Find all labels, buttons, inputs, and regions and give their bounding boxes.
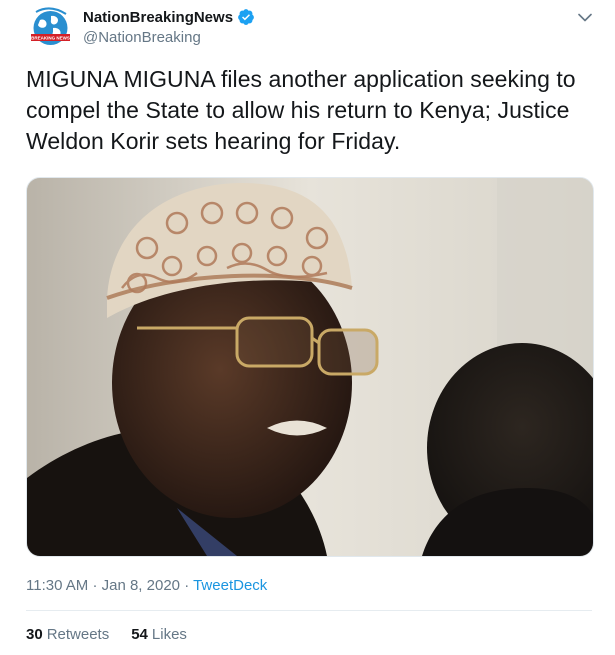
avatar[interactable]: BREAKING NEWS xyxy=(26,6,75,55)
tweet-card: BREAKING NEWS NationBreakingNews @Nation… xyxy=(0,0,615,655)
svg-text:BREAKING NEWS: BREAKING NEWS xyxy=(31,36,70,41)
retweets-label: Retweets xyxy=(46,626,110,643)
tweet-meta: 11:30 AM · Jan 8, 2020 · TweetDeck xyxy=(26,577,267,594)
display-name[interactable]: NationBreakingNews xyxy=(83,9,233,26)
tweet-text: MIGUNA MIGUNA files another application … xyxy=(26,66,576,154)
tweet-stats: 30 Retweets 54 Likes xyxy=(26,626,187,643)
meta-separator: · xyxy=(92,577,102,594)
likes-label: Likes xyxy=(151,626,187,643)
author-name-row: NationBreakingNews xyxy=(83,8,255,26)
verified-badge-icon xyxy=(237,8,255,26)
globe-logo-icon: BREAKING NEWS xyxy=(26,6,75,55)
tweet-source-link[interactable]: TweetDeck xyxy=(193,577,267,594)
meta-separator: · xyxy=(184,577,194,594)
retweets-stat[interactable]: 30 Retweets xyxy=(26,626,109,643)
handle[interactable]: @NationBreaking xyxy=(83,29,201,46)
photo-image xyxy=(27,178,593,556)
tweet-date[interactable]: Jan 8, 2020 xyxy=(102,577,180,594)
likes-count: 54 xyxy=(131,626,148,643)
likes-stat[interactable]: 54 Likes xyxy=(131,626,187,643)
divider xyxy=(26,610,592,611)
chevron-down-icon xyxy=(578,13,592,21)
retweets-count: 30 xyxy=(26,626,43,643)
tweet-photo[interactable] xyxy=(26,177,594,557)
more-options-button[interactable] xyxy=(574,6,596,28)
tweet-time[interactable]: 11:30 AM xyxy=(26,577,88,594)
